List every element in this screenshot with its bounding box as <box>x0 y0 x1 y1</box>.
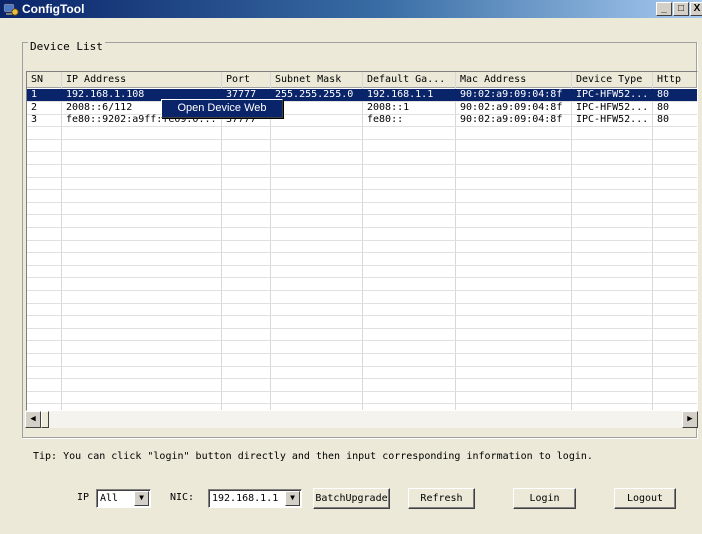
grid-line <box>27 290 697 291</box>
table-cell: 80 <box>657 114 670 126</box>
grid-line <box>27 240 697 241</box>
table-cell: 255.255.255.0 <box>275 89 354 100</box>
nic-label: NIC: <box>170 492 195 503</box>
maximize-button[interactable]: □ <box>673 2 689 16</box>
batch-upgrade-button[interactable]: BatchUpgrade <box>313 488 390 509</box>
table-cell: 80 <box>657 101 670 113</box>
table-cell: 80 <box>657 89 670 100</box>
context-menu-open-device-web[interactable]: Open Device Web <box>161 99 283 118</box>
grid-line <box>27 366 697 367</box>
grid-line <box>27 378 697 379</box>
grid-line <box>27 202 697 203</box>
table-cell: IPC-HFW52... <box>576 114 649 126</box>
ip-filter-value: All <box>100 493 119 504</box>
device-list-grid: SN IP Address Port Subnet Mask Default Ga...… <box>27 72 697 410</box>
table-cell <box>271 114 363 126</box>
title-bar[interactable]: ConfigTool _ □ X <box>0 0 702 18</box>
grid-line <box>27 139 697 140</box>
grid-line <box>27 303 697 304</box>
grid-line <box>27 177 697 178</box>
table-cell: IPC-HFW52... <box>576 89 649 100</box>
chevron-down-icon[interactable]: ▼ <box>285 491 300 506</box>
column-header[interactable]: Device Type <box>572 72 653 88</box>
close-button[interactable]: X <box>690 2 702 16</box>
grid-line <box>27 227 697 228</box>
grid-line <box>27 391 697 392</box>
table-cell: 90:02:a9:09:04:8f <box>460 114 563 126</box>
grid-line <box>27 151 697 152</box>
column-header[interactable]: Default Ga... <box>363 72 456 88</box>
configtool-window: ConfigTool _ □ X Device List SN IP Addres… <box>0 0 702 534</box>
window-title: ConfigTool <box>22 2 85 16</box>
table-cell <box>271 102 363 114</box>
grid-line <box>27 214 697 215</box>
tip-text: Tip: You can click "login" button direct… <box>33 451 593 462</box>
table-cell: 2 <box>31 101 38 113</box>
scroll-right-icon[interactable]: ▶ <box>682 411 698 428</box>
column-header[interactable]: SN <box>27 72 62 88</box>
grid-line <box>27 315 697 316</box>
grid-line <box>27 277 697 278</box>
ip-filter-select[interactable]: All ▼ <box>96 489 151 508</box>
login-button[interactable]: Login <box>513 488 576 509</box>
table-cell: fe80:: <box>367 114 404 126</box>
nic-select[interactable]: 192.168.1.1 ▼ <box>208 489 302 508</box>
table-row[interactable]: 2 2008::6/112 2008::1 90:02:a9:09:04:8f IPC-… <box>27 102 697 114</box>
refresh-button[interactable]: Refresh <box>408 488 475 509</box>
configtool-app-icon <box>3 1 19 17</box>
device-list-label: Device List <box>28 40 105 53</box>
column-header[interactable]: Port <box>222 72 271 88</box>
grid-line <box>27 189 697 190</box>
table-cell: 90:02:a9:09:04:8f <box>460 101 563 113</box>
grid-line <box>27 328 697 329</box>
table-row[interactable]: 1 192.168.1.108 37777 255.255.255.0 192.168.… <box>27 89 697 101</box>
chevron-down-icon[interactable]: ▼ <box>134 491 149 506</box>
column-header[interactable]: Subnet Mask <box>271 72 363 88</box>
column-header[interactable]: Mac Address <box>456 72 572 88</box>
grid-line <box>27 265 697 266</box>
logout-button[interactable]: Logout <box>614 488 676 509</box>
minimize-button[interactable]: _ <box>656 2 672 16</box>
nic-value: 192.168.1.1 <box>212 493 279 504</box>
column-header[interactable]: IP Address <box>62 72 222 88</box>
scroll-thumb[interactable] <box>41 411 49 428</box>
grid-line <box>27 353 697 354</box>
ip-label: IP <box>77 492 90 503</box>
scroll-left-icon[interactable]: ◀ <box>25 411 41 428</box>
table-row[interactable]: 3 fe80::9202:a9ff:fe09:0... 37777 fe80:: 90:… <box>27 114 697 126</box>
grid-line <box>27 340 697 341</box>
grid-line <box>27 164 697 165</box>
table-cell: 90:02:a9:09:04:8f <box>460 89 563 100</box>
table-cell: 3 <box>31 114 38 126</box>
column-header[interactable]: Http <box>653 72 697 88</box>
table-cell: 1 <box>31 89 38 100</box>
table-cell: 192.168.1.1 <box>367 89 434 100</box>
horizontal-scrollbar[interactable]: ◀ ▶ <box>25 411 698 428</box>
grid-line <box>27 403 697 404</box>
device-list-view[interactable]: SN IP Address Port Subnet Mask Default Ga...… <box>26 71 698 411</box>
grid-line <box>27 252 697 253</box>
table-cell: 2008::1 <box>367 101 410 113</box>
table-cell: IPC-HFW52... <box>576 101 649 113</box>
